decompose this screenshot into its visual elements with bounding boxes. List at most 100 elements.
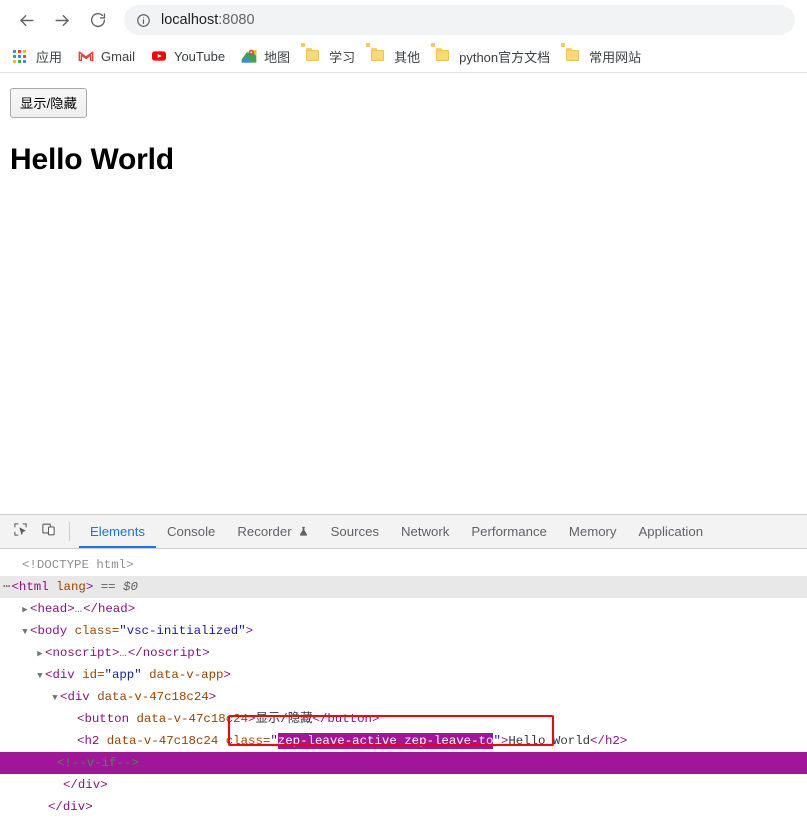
devtools-panel: Elements Console Recorder Sources Networ… xyxy=(0,514,807,823)
bookmark-apps[interactable]: 应用 xyxy=(13,44,62,68)
dom-node-body[interactable]: <body class="vsc-initialized"> xyxy=(0,620,807,642)
bookmark-folder-study[interactable]: 学习 xyxy=(301,43,356,68)
h2-class-value[interactable]: zep-leave-active zep-leave-to xyxy=(277,733,494,749)
bookmark-folder-other[interactable]: 其他 xyxy=(366,43,421,68)
expand-triangle-icon[interactable] xyxy=(35,643,45,665)
inspect-element-button[interactable] xyxy=(6,515,34,548)
tab-label: Recorder xyxy=(237,524,292,539)
tab-console[interactable]: Console xyxy=(156,515,226,548)
browser-window: localhost:8080 应用 Gmail YouTube 地图 学习 其他… xyxy=(0,0,807,823)
tab-recorder[interactable]: Recorder xyxy=(226,515,319,548)
toolbar-divider xyxy=(69,522,70,541)
bookmark-label: 学习 xyxy=(329,49,356,65)
dom-node-div-app-close: </div> xyxy=(48,800,93,814)
dom-node-h2[interactable]: <h2 data-v-47c18c24 class="zep-leave-act… xyxy=(0,730,807,752)
tab-application[interactable]: Application xyxy=(628,515,715,548)
tab-label: Network xyxy=(401,524,450,539)
dom-node-div-scoped-close: </div> xyxy=(63,778,108,792)
attr-name: data-v-47c18c24 xyxy=(136,712,249,726)
attr-name: data-v-47c18c24 xyxy=(106,734,219,748)
attr-name-class[interactable]: class xyxy=(226,734,263,748)
bookmark-maps[interactable]: 地图 xyxy=(241,44,290,68)
google-maps-icon xyxy=(241,48,257,64)
url-text: localhost:8080 xyxy=(161,12,255,28)
navigation-bar: localhost:8080 xyxy=(0,0,807,40)
arrow-left-icon xyxy=(17,11,36,30)
attr-name: data-v-47c18c24 xyxy=(97,690,209,704)
h2-text-node: Hello World xyxy=(508,734,591,748)
bookmark-gmail[interactable]: Gmail xyxy=(78,44,135,68)
comment-text: <!--v-if--> xyxy=(57,756,139,770)
tag-name-close: noscript xyxy=(142,646,203,660)
collapse-triangle-icon[interactable] xyxy=(50,687,60,709)
url-host: localhost xyxy=(161,12,219,28)
bookmark-youtube[interactable]: YouTube xyxy=(151,44,225,68)
bookmark-label: 其他 xyxy=(394,49,421,65)
bookmark-folder-python-docs[interactable]: python官方文档 xyxy=(431,43,550,68)
inspect-element-icon xyxy=(13,522,28,542)
attr-name: class xyxy=(74,624,112,638)
expand-triangle-icon[interactable] xyxy=(20,599,30,621)
attr-value: vsc-initialized xyxy=(126,624,239,638)
folder-icon xyxy=(301,43,322,64)
bookmark-folder-frequent-sites[interactable]: 常用网站 xyxy=(561,43,641,68)
apps-grid-icon xyxy=(13,48,29,64)
url-port: :8080 xyxy=(218,12,255,28)
tag-name: body xyxy=(37,624,68,638)
dom-node-div-app[interactable]: <div id="app" data-v-app> xyxy=(0,664,807,686)
tab-elements[interactable]: Elements xyxy=(79,515,156,548)
attr-value: app xyxy=(111,668,135,682)
tag-name: div xyxy=(67,690,90,704)
tab-network[interactable]: Network xyxy=(390,515,460,548)
tag-name: noscript xyxy=(52,646,112,660)
tab-label: Elements xyxy=(90,524,145,539)
youtube-icon xyxy=(151,48,167,64)
bookmark-label: YouTube xyxy=(173,48,226,64)
tag-name-close: h2 xyxy=(604,734,620,748)
tab-label: Sources xyxy=(330,524,380,539)
reload-button[interactable] xyxy=(82,4,114,36)
tag-name-close: button xyxy=(327,712,372,726)
tab-performance[interactable]: Performance xyxy=(460,515,558,548)
page-heading: Hello World xyxy=(10,143,174,176)
forward-button[interactable] xyxy=(46,4,78,36)
doctype-text: <!DOCTYPE html> xyxy=(22,558,134,572)
tab-sources[interactable]: Sources xyxy=(320,515,390,548)
browser-chrome: localhost:8080 应用 Gmail YouTube 地图 学习 其他… xyxy=(0,0,807,73)
button-text-node: 显示/隐藏 xyxy=(255,712,313,726)
toggle-visibility-button[interactable]: 显示/隐藏 xyxy=(10,88,87,118)
dom-node-doctype: <!DOCTYPE html> xyxy=(0,554,807,576)
tag-name: div xyxy=(52,668,75,682)
tab-label: Performance xyxy=(471,524,547,539)
tab-memory[interactable]: Memory xyxy=(558,515,628,548)
dom-tree[interactable]: <!DOCTYPE html> ⋯<html lang> == $0 <head… xyxy=(0,549,807,823)
device-toolbar-button[interactable] xyxy=(34,515,62,548)
dom-node-comment-v-if[interactable]: <!--v-if--> xyxy=(0,752,807,774)
info-circle-icon[interactable] xyxy=(136,13,151,28)
address-bar[interactable]: localhost:8080 xyxy=(124,5,795,35)
arrow-right-icon xyxy=(53,11,72,30)
dom-node-html[interactable]: ⋯<html lang> == $0 xyxy=(0,576,807,598)
bookmark-label: Gmail xyxy=(101,48,135,64)
tab-label: Console xyxy=(166,524,216,539)
dom-node-head[interactable]: <head>…</head> xyxy=(0,598,807,620)
gmail-icon xyxy=(78,48,94,64)
devtools-toolbar: Elements Console Recorder Sources Networ… xyxy=(0,515,807,549)
device-toolbar-icon xyxy=(41,522,56,542)
tag-name-close: head xyxy=(97,602,128,616)
attr-name: id xyxy=(82,668,98,682)
selected-node-marker: == $0 xyxy=(100,580,138,594)
reload-icon xyxy=(89,11,107,29)
tag-name: html xyxy=(18,580,49,594)
back-button[interactable] xyxy=(10,4,42,36)
dom-node-div-scoped[interactable]: <div data-v-47c18c24> xyxy=(0,686,807,708)
collapse-triangle-icon[interactable] xyxy=(20,621,30,643)
collapse-triangle-icon[interactable] xyxy=(35,665,45,687)
folder-icon xyxy=(431,43,452,64)
tag-name: button xyxy=(84,712,130,726)
tag-name-close: div xyxy=(77,778,101,792)
dom-node-noscript[interactable]: <noscript>…</noscript> xyxy=(0,642,807,664)
dom-node-button[interactable]: <button data-v-47c18c24>显示/隐藏</button> xyxy=(0,708,807,730)
bookmarks-bar: 应用 Gmail YouTube 地图 学习 其他 python官方文档 常用网… xyxy=(0,40,807,73)
flask-experimental-icon xyxy=(298,525,309,538)
